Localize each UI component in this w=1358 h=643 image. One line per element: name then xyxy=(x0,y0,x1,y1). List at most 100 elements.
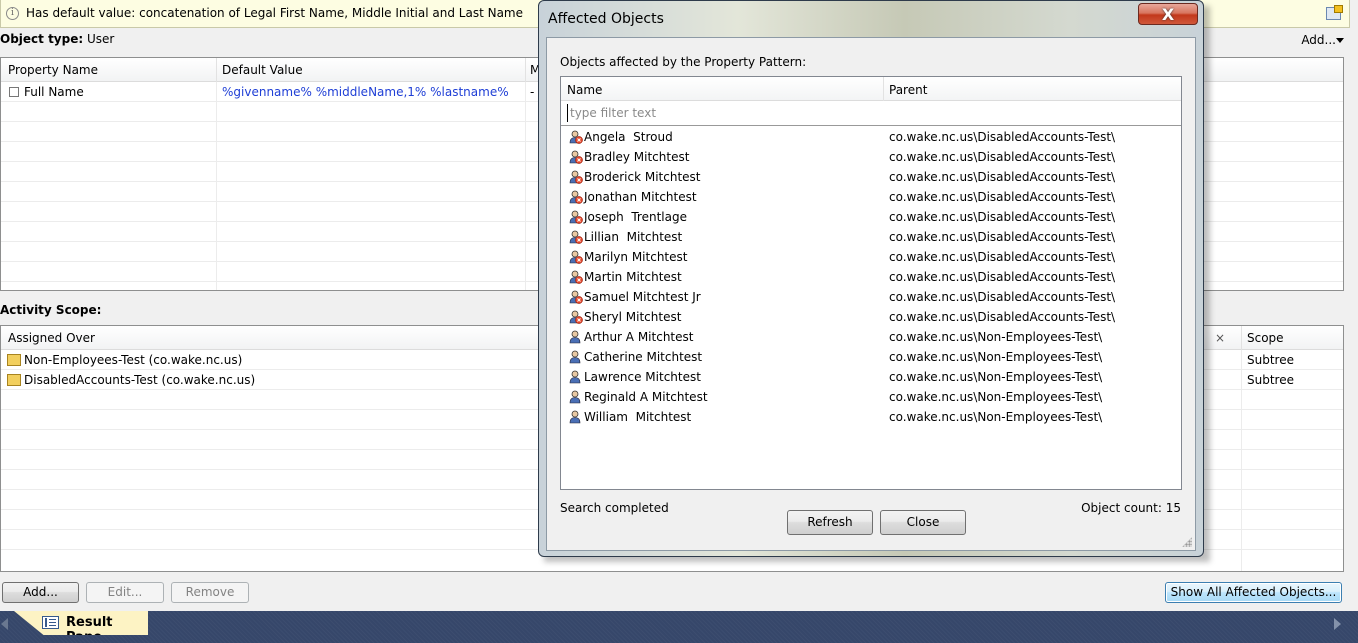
column-header-scope[interactable]: Scope xyxy=(1247,331,1284,345)
scope-value: Subtree xyxy=(1247,373,1294,387)
object-parent: co.wake.nc.us\DisabledAccounts-Test\ xyxy=(889,310,1116,324)
column-header-default-value[interactable]: Default Value xyxy=(222,63,303,77)
object-parent: co.wake.nc.us\Non-Employees-Test\ xyxy=(889,390,1103,404)
object-name: William Mitchtest xyxy=(584,410,692,424)
objects-list-header: Name Parent xyxy=(561,77,1181,101)
object-row[interactable]: Sheryl Mitchtest co.wake.nc.us\DisabledAc… xyxy=(561,307,1181,327)
object-parent: co.wake.nc.us\DisabledAccounts-Test\ xyxy=(889,290,1116,304)
user-icon xyxy=(569,370,581,384)
info-bar-text: Has default value: concatenation of Lega… xyxy=(26,6,523,20)
close-icon: X xyxy=(1161,5,1175,24)
container-icon xyxy=(7,354,21,366)
filter-row xyxy=(561,101,1181,126)
object-parent: co.wake.nc.us\DisabledAccounts-Test\ xyxy=(889,230,1116,244)
object-name: Lillian Mitchtest xyxy=(584,230,683,244)
object-row[interactable]: Lillian Mitchtest co.wake.nc.us\DisabledA… xyxy=(561,227,1181,247)
object-name: Joseph Trentlage xyxy=(584,210,687,224)
object-row[interactable]: Reginald A Mitchtest co.wake.nc.us\Non-Em… xyxy=(561,387,1181,407)
object-parent: co.wake.nc.us\DisabledAccounts-Test\ xyxy=(889,170,1116,184)
container-icon xyxy=(7,374,21,386)
object-row[interactable]: Angela Stroud co.wake.nc.us\DisabledAccou… xyxy=(561,127,1181,147)
object-parent: co.wake.nc.us\DisabledAccounts-Test\ xyxy=(889,150,1116,164)
object-name: Arthur A Mitchtest xyxy=(584,330,694,344)
result-pane-icon xyxy=(42,616,59,629)
disabled-user-icon xyxy=(569,170,583,184)
user-icon xyxy=(569,410,581,424)
object-row[interactable]: Bradley Mitchtest co.wake.nc.us\DisabledA… xyxy=(561,147,1181,167)
disabled-user-icon xyxy=(569,230,583,244)
filter-input[interactable] xyxy=(567,104,1167,122)
object-name: Angela Stroud xyxy=(584,130,673,144)
object-row[interactable]: Marilyn Mitchtest co.wake.nc.us\DisabledA… xyxy=(561,247,1181,267)
edit-scope-button[interactable]: Edit... xyxy=(86,582,164,603)
object-name: Reginald A Mitchtest xyxy=(584,390,708,404)
resize-grip[interactable] xyxy=(1182,537,1192,547)
scope-value: Subtree xyxy=(1247,353,1294,367)
object-parent: co.wake.nc.us\Non-Employees-Test\ xyxy=(889,410,1103,424)
object-name: Marilyn Mitchtest xyxy=(584,250,688,264)
disabled-user-icon xyxy=(569,130,583,144)
column-header-property-name[interactable]: Property Name xyxy=(8,63,98,77)
column-header-parent[interactable]: Parent xyxy=(889,83,927,97)
dialog-close-button[interactable]: X xyxy=(1138,3,1198,25)
column-header-assigned-over[interactable]: Assigned Over xyxy=(8,331,95,345)
affected-objects-dialog: Affected Objects X Objects affected by t… xyxy=(538,0,1204,557)
object-row[interactable]: Samuel Mitchtest Jr co.wake.nc.us\Disable… xyxy=(561,287,1181,307)
object-name: Martin Mitchtest xyxy=(584,270,682,284)
object-name: Sheryl Mitchtest xyxy=(584,310,682,324)
disabled-user-icon xyxy=(569,210,583,224)
disabled-user-icon xyxy=(569,290,583,304)
add-menu-button[interactable]: Add... xyxy=(1301,33,1336,47)
search-status: Search completed xyxy=(560,501,669,515)
add-scope-button[interactable]: Add... xyxy=(2,582,79,603)
disabled-user-icon xyxy=(569,270,583,284)
object-parent: co.wake.nc.us\Non-Employees-Test\ xyxy=(889,350,1103,364)
default-value: %givenname% %middleName,1% %lastname% xyxy=(222,85,509,99)
scroll-right-icon[interactable] xyxy=(1334,618,1341,630)
object-name: Broderick Mitchtest xyxy=(584,170,701,184)
disabled-user-icon xyxy=(569,310,583,324)
dialog-title: Affected Objects xyxy=(548,11,664,27)
collapse-icon[interactable] xyxy=(9,87,19,97)
object-count: Object count: 15 xyxy=(1081,501,1181,515)
scroll-left-icon[interactable] xyxy=(1,618,8,630)
refresh-button[interactable]: Refresh xyxy=(787,510,873,535)
object-row[interactable]: William Mitchtest co.wake.nc.us\Non-Emplo… xyxy=(561,407,1181,427)
info-icon: i xyxy=(6,7,19,20)
object-parent: co.wake.nc.us\Non-Employees-Test\ xyxy=(889,330,1103,344)
user-icon xyxy=(569,330,581,344)
activity-scope-label: Activity Scope: xyxy=(0,303,102,317)
user-icon xyxy=(569,350,581,364)
object-name: Bradley Mitchtest xyxy=(584,150,690,164)
object-parent: co.wake.nc.us\DisabledAccounts-Test\ xyxy=(889,250,1116,264)
column-header-name[interactable]: Name xyxy=(567,83,602,97)
object-type: Object type: User xyxy=(0,32,114,46)
dialog-caption: Objects affected by the Property Pattern… xyxy=(560,55,807,69)
object-parent: co.wake.nc.us\DisabledAccounts-Test\ xyxy=(889,190,1116,204)
object-name: Samuel Mitchtest Jr xyxy=(584,290,701,304)
disabled-user-icon xyxy=(569,250,583,264)
object-row[interactable]: Jonathan Mitchtest co.wake.nc.us\Disabled… xyxy=(561,187,1181,207)
chevron-down-icon[interactable] xyxy=(1336,38,1344,43)
show-all-affected-objects-button[interactable]: Show All Affected Objects... xyxy=(1165,582,1342,603)
object-type-value: User xyxy=(86,32,115,46)
close-button[interactable]: Close xyxy=(880,510,966,535)
object-row[interactable]: Broderick Mitchtest co.wake.nc.us\Disable… xyxy=(561,167,1181,187)
object-row[interactable]: Catherine Mitchtest co.wake.nc.us\Non-Emp… xyxy=(561,347,1181,367)
dialog-body: Objects affected by the Property Pattern… xyxy=(546,37,1196,551)
object-row[interactable]: Lawrence Mitchtest co.wake.nc.us\Non-Empl… xyxy=(561,367,1181,387)
remove-column-icon[interactable]: × xyxy=(1215,331,1225,345)
object-name: Lawrence Mitchtest xyxy=(584,370,701,384)
remove-scope-button[interactable]: Remove xyxy=(171,582,249,603)
property-name: Full Name xyxy=(24,85,84,99)
properties-icon[interactable] xyxy=(1326,5,1343,20)
object-parent: co.wake.nc.us\DisabledAccounts-Test\ xyxy=(889,130,1116,144)
object-row[interactable]: Arthur A Mitchtest co.wake.nc.us\Non-Empl… xyxy=(561,327,1181,347)
object-parent: co.wake.nc.us\Non-Employees-Test\ xyxy=(889,370,1103,384)
third-value: - xyxy=(530,85,535,99)
object-row[interactable]: Martin Mitchtest co.wake.nc.us\DisabledAc… xyxy=(561,267,1181,287)
object-row[interactable]: Joseph Trentlage co.wake.nc.us\DisabledAc… xyxy=(561,207,1181,227)
object-name: Jonathan Mitchtest xyxy=(584,190,697,204)
scope-name: DisabledAccounts-Test (co.wake.nc.us) xyxy=(24,373,256,387)
disabled-user-icon xyxy=(569,190,583,204)
